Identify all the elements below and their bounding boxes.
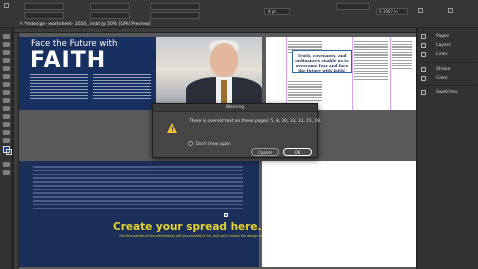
panel-label: Color xyxy=(436,76,448,81)
direct-selection-tool-icon[interactable] xyxy=(3,42,10,47)
panel-label: Layers xyxy=(436,43,451,48)
panel-separator xyxy=(419,62,477,63)
hand-tool-icon[interactable] xyxy=(3,130,10,135)
pencil-tool-icon[interactable] xyxy=(3,90,10,95)
panel-label: Stroke xyxy=(436,67,451,72)
dont-show-again-checkbox[interactable] xyxy=(188,141,193,146)
pull-quote[interactable]: Truth, covenants, and ordinances enable … xyxy=(292,50,352,73)
text-frame[interactable] xyxy=(33,166,243,211)
top-spread[interactable]: Face the Future with FAITH Truth, covena… xyxy=(19,37,416,110)
text-column[interactable] xyxy=(93,74,151,104)
cta-title[interactable]: Create your spread here. xyxy=(113,221,261,233)
free-transform-tool-icon[interactable] xyxy=(3,122,10,127)
apply-color-icon[interactable] xyxy=(3,162,10,167)
column-guide xyxy=(352,37,353,110)
panel-dock: Pages Layers Links Stroke Color Swatches xyxy=(416,28,478,269)
swatches-icon xyxy=(421,90,426,95)
right-page-bottom[interactable] xyxy=(262,161,416,267)
panel-pages[interactable]: Pages xyxy=(421,33,477,41)
scissors-tool-icon[interactable] xyxy=(3,114,10,119)
text-column[interactable] xyxy=(288,81,322,103)
gap-tool-icon[interactable] xyxy=(3,58,10,63)
text-column[interactable] xyxy=(30,74,88,104)
dont-show-again-label[interactable]: Don't show again xyxy=(196,141,231,147)
stroke-weight-field[interactable] xyxy=(336,3,370,10)
font-size-value: 8 pt xyxy=(268,9,276,14)
panel-label: Swatches xyxy=(436,90,458,95)
tools-panel xyxy=(0,28,13,269)
panel-separator xyxy=(419,85,477,86)
ok-button[interactable]: OK xyxy=(283,148,312,156)
spacing-value: 0.1667 in xyxy=(379,9,398,14)
reference-point-icon[interactable] xyxy=(4,3,9,8)
font-style-field[interactable] xyxy=(150,12,200,19)
panel-label: Links xyxy=(436,52,448,57)
panel-label: Pages xyxy=(436,34,450,39)
width-field[interactable] xyxy=(90,3,130,10)
layers-icon xyxy=(421,43,426,48)
color-icon xyxy=(421,76,426,81)
left-page[interactable]: Face the Future with FAITH xyxy=(19,37,262,110)
document-tab[interactable]: *Indesign- worksheet- 2020_.indd @ 50% [… xyxy=(24,21,151,28)
rectangle-frame-tool-icon[interactable] xyxy=(3,98,10,103)
dialog-message: There is overset text on these pages: 5,… xyxy=(189,119,322,124)
text-column[interactable] xyxy=(392,41,412,71)
pages-icon xyxy=(421,34,426,39)
selection-tool-icon[interactable] xyxy=(3,34,10,39)
column-guide xyxy=(390,37,391,110)
pen-tool-icon[interactable] xyxy=(3,82,10,87)
line-tool-icon[interactable] xyxy=(3,74,10,79)
control-bar: 8 pt 0.1667 in × *Indesign- worksheet- 2… xyxy=(0,0,478,28)
text-frame-handle[interactable] xyxy=(224,213,228,217)
links-icon xyxy=(421,52,426,57)
fx-icon[interactable] xyxy=(418,8,423,13)
panel-stroke[interactable]: Stroke xyxy=(421,66,477,74)
rectangle-tool-icon[interactable] xyxy=(3,106,10,111)
text-column[interactable] xyxy=(354,41,388,81)
stroke-icon xyxy=(421,67,426,72)
column-guide xyxy=(286,37,287,110)
wrap-icon[interactable] xyxy=(448,8,453,13)
type-tool-icon[interactable] xyxy=(3,66,10,71)
warning-dialog: Warning ! There is overset text on these… xyxy=(152,103,322,158)
cancel-button[interactable]: Cancel xyxy=(251,148,279,156)
close-tab-icon[interactable]: × xyxy=(19,22,23,27)
font-family-field[interactable] xyxy=(150,3,200,10)
panel-layers[interactable]: Layers xyxy=(421,42,477,50)
vertical-caption xyxy=(247,45,251,83)
indesign-window: 8 pt 0.1667 in × *Indesign- worksheet- 2… xyxy=(0,0,478,269)
y-position-field[interactable] xyxy=(24,12,64,19)
stroke-swatch[interactable] xyxy=(6,149,12,155)
panel-links[interactable]: Links xyxy=(421,51,477,59)
horizontal-ruler[interactable] xyxy=(14,28,416,33)
bottom-spread[interactable]: Create your spread here. The first porti… xyxy=(19,161,416,267)
page-tool-icon[interactable] xyxy=(3,50,10,55)
right-page[interactable]: Truth, covenants, and ordinances enable … xyxy=(266,37,416,110)
screen-mode-icon[interactable] xyxy=(3,170,10,175)
dialog-title: Warning xyxy=(153,104,317,112)
x-position-field[interactable] xyxy=(24,3,64,10)
warning-icon-mark: ! xyxy=(171,125,174,133)
panel-color[interactable]: Color xyxy=(421,75,477,83)
left-page-bottom[interactable]: Create your spread here. The first porti… xyxy=(19,161,305,267)
panel-swatches[interactable]: Swatches xyxy=(421,89,477,97)
zoom-tool-icon[interactable] xyxy=(3,138,10,143)
height-field[interactable] xyxy=(90,12,130,19)
article-title[interactable]: FAITH xyxy=(30,49,106,73)
portrait-face xyxy=(210,43,238,77)
